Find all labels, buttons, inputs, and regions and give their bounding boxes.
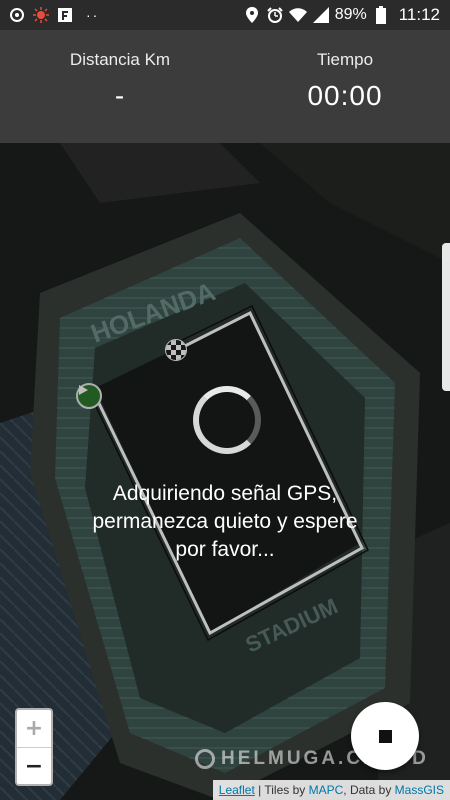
leaflet-link[interactable]: Leaflet: [219, 783, 255, 797]
brand-logo-icon: [195, 749, 215, 769]
massgis-link[interactable]: MassGIS: [395, 783, 444, 797]
zoom-in-button[interactable]: +: [17, 710, 51, 747]
status-bar: ·· 89% 11:12: [0, 0, 450, 30]
zoom-control: + −: [15, 708, 53, 786]
clock: 11:12: [398, 5, 440, 24]
stop-button[interactable]: [351, 702, 419, 770]
loading-spinner: [193, 386, 261, 454]
more-notifications-dots: ··: [86, 7, 100, 23]
time-label: Tiempo: [316, 50, 374, 69]
attribution-sep-1: | Tiles by: [254, 783, 309, 797]
mapc-link[interactable]: MAPC: [309, 783, 344, 797]
map-attribution: Leaflet | Tiles by MAPC, Data by MassGIS: [212, 780, 450, 800]
battery-icon: [372, 6, 390, 24]
gps-loading-message: Adquiriendo señal GPS, permanezca quieto…: [40, 480, 410, 564]
location-pin-icon: [243, 6, 261, 24]
loading-line-2: permanezca quieto y espere: [92, 510, 358, 533]
signal-icon: [312, 6, 330, 24]
loading-line-1: Adquiriendo señal GPS,: [112, 482, 338, 505]
time-stat: Tiempo 00:00: [270, 50, 420, 112]
stop-icon: [378, 729, 392, 743]
wifi-icon: [288, 6, 307, 24]
scroll-handle[interactable]: [442, 243, 450, 391]
distance-label: Distancia Km: [69, 50, 171, 69]
loading-line-3: por favor...: [175, 538, 275, 561]
stats-header: Distancia Km - Tiempo 00:00: [0, 30, 450, 143]
distance-value: -: [114, 80, 126, 111]
time-value: 00:00: [307, 80, 383, 111]
alarm-icon: [266, 6, 284, 24]
location-ring-icon: [8, 6, 26, 24]
notification-flag-icon: [56, 6, 74, 24]
distance-stat: Distancia Km -: [40, 50, 200, 112]
zoom-out-button[interactable]: −: [17, 747, 51, 784]
attribution-sep-2: , Data by: [343, 783, 395, 797]
settings-sun-icon: [32, 6, 50, 24]
battery-level: 89%: [334, 6, 367, 23]
